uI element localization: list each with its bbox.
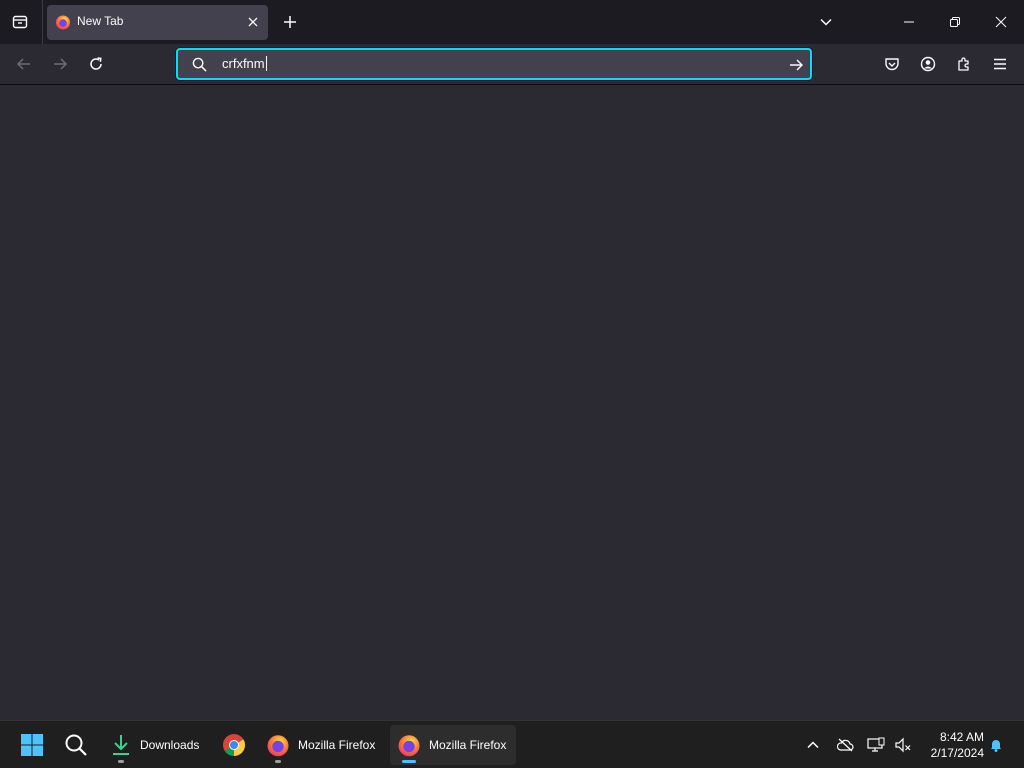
arrow-right-icon [790,59,803,71]
tab-close-button[interactable] [244,13,262,31]
downloads-icon [113,735,129,755]
url-bar[interactable]: crfxfnm [176,48,812,80]
minimize-icon [904,21,914,23]
bell-icon [991,740,1001,752]
back-button[interactable] [12,52,36,76]
network-icon [867,737,885,752]
restore-icon [950,17,960,27]
volume-muted-icon [895,737,911,753]
firefox-view-icon [12,15,28,29]
tab-new-tab[interactable]: New Tab [47,5,268,40]
start-button[interactable] [14,725,50,765]
taskbar-item-label: Mozilla Firefox [298,738,376,752]
firefox-view-button[interactable] [8,10,32,34]
taskbar-downloads[interactable]: Downloads [104,725,210,765]
account-icon [920,56,936,72]
running-indicator [275,760,281,763]
notifications-button[interactable] [986,735,1006,755]
show-hidden-icons-button[interactable] [803,735,823,755]
clock-time: 8:42 AM [939,730,984,744]
pocket-button[interactable] [880,52,904,76]
page-content [0,86,1024,720]
taskbar-clock[interactable]: 8:42 AM 2/17/2024 [918,729,984,761]
firefox-icon [398,735,420,757]
url-input[interactable]: crfxfnm [222,56,267,71]
network-tray-button[interactable] [866,735,886,755]
search-icon [190,55,208,73]
reload-button[interactable] [84,52,108,76]
pocket-icon [885,58,899,71]
back-icon [16,58,30,70]
menu-icon [994,58,1006,70]
extensions-button[interactable] [952,52,976,76]
account-button[interactable] [916,52,940,76]
forward-button[interactable] [48,52,72,76]
windows-taskbar: Downloads Mozilla Firefox Mozilla Firefo… [0,720,1024,768]
forward-icon [54,58,68,70]
minimize-button[interactable] [886,0,932,44]
plus-icon [284,16,296,28]
chevron-up-icon [807,741,819,749]
tab-separator [42,0,43,44]
list-all-tabs-button[interactable] [814,10,838,34]
tab-bar: New Tab [0,0,1024,44]
windows-start-icon [21,734,43,756]
reload-icon [90,57,102,70]
clock-date: 2/17/2024 [930,746,984,760]
taskbar-item-label: Mozilla Firefox [429,738,507,752]
tab-title: New Tab [77,14,124,28]
close-icon [995,16,1007,28]
cloud-offline-icon [836,738,854,752]
text-caret [265,56,267,71]
taskbar-firefox-2[interactable]: Mozilla Firefox [390,725,516,765]
go-button[interactable] [786,55,806,75]
taskbar-search-button[interactable] [58,725,94,765]
navigation-toolbar: crfxfnm [0,44,1024,85]
taskbar-chrome[interactable] [216,725,252,765]
taskbar-firefox-1[interactable]: Mozilla Firefox [260,725,384,765]
firefox-icon [56,15,70,30]
restore-button[interactable] [932,0,978,44]
onedrive-tray-button[interactable] [835,735,855,755]
close-window-button[interactable] [978,0,1024,44]
chevron-down-icon [820,18,832,26]
running-indicator [118,760,124,763]
active-indicator [402,760,416,763]
url-input-text: crfxfnm [222,56,265,71]
taskbar-item-label: Downloads [140,738,200,752]
extensions-icon [958,57,969,71]
search-icon [65,734,87,756]
firefox-icon [267,735,289,757]
volume-tray-button[interactable] [893,735,913,755]
new-tab-button[interactable] [278,10,302,34]
chrome-icon [223,734,245,756]
close-icon [248,17,258,27]
app-menu-button[interactable] [988,52,1012,76]
